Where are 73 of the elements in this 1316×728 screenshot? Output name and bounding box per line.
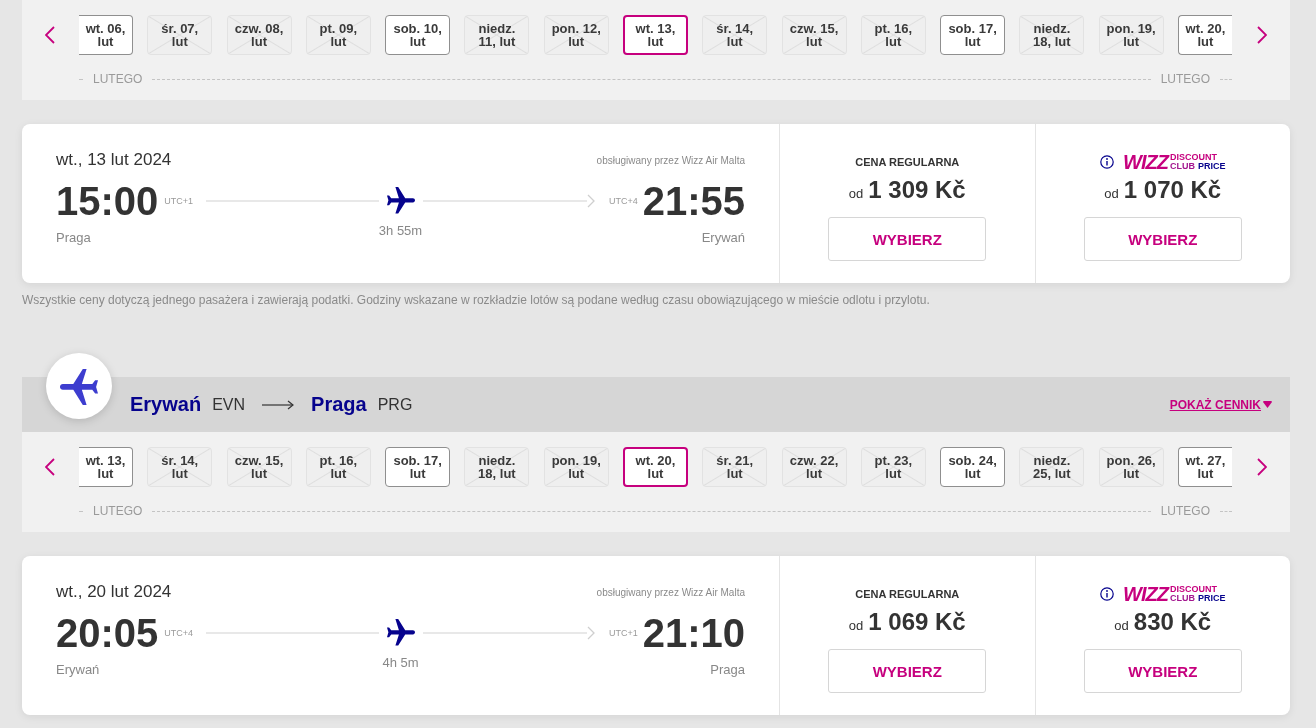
timezone-label: UTC+1 [164, 196, 194, 206]
chevron-left-icon[interactable] [45, 458, 55, 476]
arrowhead-icon [586, 194, 595, 208]
airport-code: EVN [212, 395, 246, 414]
timezone-label: UTC+4 [608, 196, 638, 206]
date-button[interactable]: wt. 06, lut [79, 15, 133, 55]
departure-city: Praga [56, 230, 91, 245]
info-icon[interactable] [1100, 587, 1115, 601]
logo-tagline-text: CLUB [1169, 162, 1195, 171]
airplane-icon [386, 187, 415, 215]
month-label: LUTEGO [1160, 504, 1210, 518]
price-note: Wszystkie ceny dotyczą jednego pasażera i zawierają podatki. Godziny wskazane w rozkładzie lotów są podane według czasu obowiązującego w mieście odlotu i przylotu. [22, 293, 931, 307]
chevron-right-icon[interactable] [1257, 458, 1267, 476]
origin-city: Erywań [130, 393, 202, 416]
info-icon[interactable] [1100, 155, 1115, 169]
date-button[interactable]: wt. 20, lut [1177, 15, 1232, 55]
select-button[interactable]: WYBIERZ [1083, 649, 1242, 693]
departure-city: Erywań [56, 662, 100, 677]
logo-tagline-text: CLUB [1169, 594, 1195, 603]
date-button[interactable]: sob. 10, lut [385, 15, 451, 55]
logo-tagline-text: DISCOUNT [1169, 153, 1217, 162]
date-button[interactable]: sob. 24, lut [940, 447, 1006, 487]
flight-duration: 4h 5m [382, 655, 419, 672]
date-button[interactable]: wt. 27, lut [1177, 447, 1232, 487]
destination-city: Praga [311, 393, 367, 416]
logo-tagline-text: DISCOUNT [1169, 585, 1217, 594]
logo-wordmark: WIZZ [1123, 584, 1168, 604]
timezone-label: UTC+4 [164, 628, 194, 638]
month-label: LUTEGO [1160, 72, 1210, 86]
timezone-label: UTC+1 [608, 628, 638, 638]
fare-title: CENA REGULARNA [855, 588, 960, 600]
operator-text: obsługiwany przez Wizz Air Malta [596, 154, 745, 166]
date-button[interactable]: sob. 17, lut [385, 447, 451, 487]
arrival-city: Praga [710, 662, 745, 677]
arrowhead-icon [586, 626, 595, 640]
date-button[interactable]: wt. 13, lut [622, 15, 688, 55]
fare-price: 830 Kč [1133, 607, 1212, 637]
date-button[interactable]: wt. 13, lut [79, 447, 133, 487]
select-button[interactable]: WYBIERZ [828, 217, 987, 261]
select-button[interactable]: WYBIERZ [1083, 217, 1242, 261]
date-button[interactable]: sob. 17, lut [940, 15, 1006, 55]
departure-time: 20:05 [56, 611, 159, 655]
flight-duration: 3h 55m [378, 223, 423, 240]
price-prefix: od [848, 617, 864, 635]
date-button[interactable]: wt. 20, lut [622, 447, 688, 487]
price-prefix: od [1104, 185, 1119, 203]
operator-text: obsługiwany przez Wizz Air Malta [596, 586, 745, 598]
flight-date: wt., 13 lut 2024 [56, 150, 172, 170]
price-list-link[interactable]: POKAŻ CENNIK [1169, 397, 1272, 412]
price-prefix: od [848, 185, 864, 203]
fare-price: 1 069 Kč [868, 607, 966, 637]
airplane-icon [46, 353, 112, 419]
fare-price: 1 070 Kč [1123, 175, 1222, 205]
fare-price: 1 309 Kč [868, 175, 966, 205]
arrival-city: Erywań [701, 230, 745, 245]
select-button[interactable]: WYBIERZ [828, 649, 987, 693]
departure-time: 15:00 [56, 179, 159, 223]
airplane-icon [386, 619, 415, 647]
caret-down-icon [1263, 401, 1272, 408]
month-label: LUTEGO [93, 72, 143, 86]
arrow-right-icon [262, 399, 295, 410]
airport-code: PRG [377, 395, 413, 414]
arrival-time: 21:10 [642, 611, 745, 655]
arrival-time: 21:55 [642, 179, 745, 223]
chevron-left-icon[interactable] [45, 26, 55, 44]
logo-wordmark: WIZZ [1123, 152, 1168, 172]
fare-title: CENA REGULARNA [855, 156, 960, 168]
price-prefix: od [1114, 617, 1129, 635]
flight-date: wt., 20 lut 2024 [56, 582, 172, 602]
month-label: LUTEGO [93, 504, 143, 518]
logo-tagline-text: PRICE [1197, 594, 1226, 603]
logo-tagline-text: PRICE [1197, 162, 1226, 171]
chevron-right-icon[interactable] [1257, 26, 1267, 44]
